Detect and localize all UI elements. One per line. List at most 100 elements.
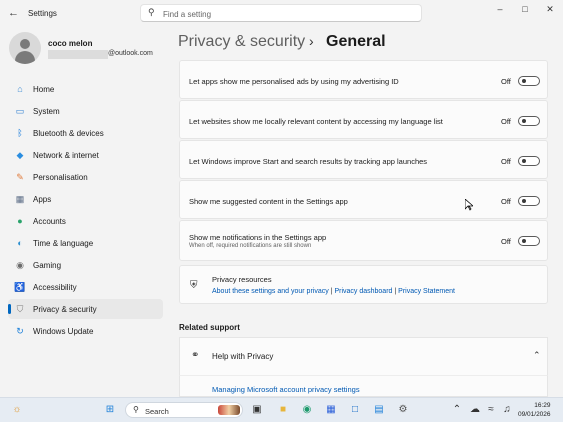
profile-email: @outlook.com — [108, 50, 153, 57]
sidebar-item-time-language[interactable]: ◐ Time & language — [8, 233, 163, 253]
weather-widget-icon[interactable]: ☼ — [10, 403, 24, 417]
help-link[interactable]: Managing Microsoft account privacy setti… — [212, 385, 360, 394]
mouse-cursor-icon — [465, 199, 473, 211]
setting-title: Let apps show me personalised ads by usi… — [189, 77, 399, 86]
search-highlight-image — [218, 405, 240, 415]
ads-toggle[interactable] — [518, 76, 540, 86]
clock[interactable]: 16:29 09/01/2026 — [518, 401, 551, 419]
sidebar-item-label: Network & internet — [33, 151, 99, 160]
app-launch-tracking-toggle[interactable] — [518, 156, 540, 166]
maximize-button[interactable]: □ — [515, 4, 535, 18]
clock-time: 16:29 — [534, 402, 551, 409]
sidebar-item-label: Home — [33, 85, 55, 94]
sidebar-item-label: Windows Update — [33, 327, 94, 336]
sidebar-item-network-internet[interactable]: ◆ Network & internet — [8, 145, 163, 165]
sidebar-item-apps[interactable]: ▦ Apps — [8, 189, 163, 209]
system-icon: ▭ — [15, 106, 25, 116]
search-box[interactable]: ⚲ — [140, 4, 422, 22]
chevron-right-icon: › — [309, 33, 314, 49]
store-icon[interactable]: ▦ — [324, 403, 338, 417]
related-support-heading: Related support — [179, 323, 240, 332]
home-icon: ⌂ — [17, 84, 23, 94]
app-title: Settings — [28, 9, 57, 18]
sidebar-item-label: Accounts — [33, 217, 66, 226]
taskbar: ☼ ⊞ ⚲ Search ▣ ■ ◉ ▦ □ ▤ ⚙ ⌃ ☁ ≈ ♫ 16:29… — [0, 397, 563, 422]
privacy-links: About these settings and your privacy | … — [212, 288, 455, 295]
sidebar-item-label: System — [33, 107, 60, 116]
sidebar-item-label: Gaming — [33, 261, 62, 270]
toggle-state-label: Off — [501, 77, 511, 86]
taskbar-search-label: Search — [145, 407, 169, 416]
profile-name: coco melon — [48, 39, 93, 48]
close-button[interactable]: ✕ — [540, 4, 560, 18]
outlook-icon[interactable]: □ — [348, 403, 362, 417]
avatar[interactable] — [9, 32, 41, 64]
active-indicator — [8, 304, 11, 314]
search-icon: ⚲ — [148, 7, 155, 17]
sidebar-item-personalisation[interactable]: ✎ Personalisation — [8, 167, 163, 187]
minimize-button[interactable]: – — [490, 4, 510, 18]
setting-title: Let websites show me locally relevant co… — [189, 117, 443, 126]
apps-icon: ▦ — [15, 194, 25, 204]
language-list-toggle[interactable] — [518, 116, 540, 126]
network-icon: ◆ — [16, 150, 24, 160]
sidebar-item-label: Apps — [33, 195, 52, 204]
settings-gear-icon[interactable]: ⚙ — [396, 403, 410, 417]
privacy-statement-link[interactable]: Privacy Statement — [398, 288, 455, 295]
sidebar-item-gaming[interactable]: ◉ Gaming — [8, 255, 163, 275]
privacy-dashboard-link[interactable]: Privacy dashboard — [334, 288, 392, 295]
setting-title: Show me notifications in the Settings ap… — [189, 233, 327, 242]
about-settings-link[interactable]: About these settings and your privacy — [212, 288, 329, 295]
help-with-privacy-row[interactable]: ⚭ Help with Privacy ⌃ — [179, 337, 548, 375]
volume-icon[interactable]: ♫ — [500, 403, 514, 417]
sidebar-item-privacy-security[interactable]: ⛉ Privacy & security — [8, 299, 163, 319]
photos-icon[interactable]: ▤ — [372, 403, 386, 417]
onedrive-icon[interactable]: ☁ — [468, 403, 482, 417]
show-hidden-icons-chevron-icon[interactable]: ⌃ — [450, 403, 464, 417]
bluetooth-icon: ᛒ — [17, 128, 23, 138]
sidebar-item-windows-update[interactable]: ↻ Windows Update — [8, 321, 163, 341]
sidebar-item-system[interactable]: ▭ System — [8, 101, 163, 121]
setting-card: Let apps show me personalised ads by usi… — [179, 60, 548, 99]
toggle-state-label: Off — [501, 197, 511, 206]
taskbar-search[interactable]: ⚲ Search — [125, 402, 243, 418]
brush-icon: ✎ — [16, 172, 24, 182]
suggested-content-toggle[interactable] — [518, 196, 540, 206]
update-icon: ↻ — [16, 326, 24, 336]
setting-card: Show me suggested content in the Setting… — [179, 180, 548, 219]
accessibility-icon: ♿ — [14, 282, 26, 292]
privacy-resources-title: Privacy resources — [212, 275, 272, 284]
clock-date: 09/01/2026 — [518, 411, 551, 418]
edge-icon[interactable]: ◉ — [300, 403, 314, 417]
help-title: Help with Privacy — [212, 352, 274, 361]
title-bar: ← Settings ⚲ – □ ✕ — [0, 0, 563, 28]
sidebar-item-accessibility[interactable]: ♿ Accessibility — [8, 277, 163, 297]
start-icon[interactable]: ⊞ — [103, 403, 117, 417]
sidebar-item-home[interactable]: ⌂ Home — [8, 79, 163, 99]
toggle-state-label: Off — [501, 237, 511, 246]
setting-card: Show me notifications in the Settings ap… — [179, 220, 548, 261]
sidebar-item-label: Accessibility — [33, 283, 77, 292]
sidebar-item-label: Privacy & security — [33, 305, 97, 314]
wifi-icon[interactable]: ≈ — [484, 403, 498, 417]
toggle-state-label: Off — [501, 117, 511, 126]
back-arrow-icon[interactable]: ← — [8, 7, 19, 19]
task-view-icon[interactable]: ▣ — [250, 403, 264, 417]
sidebar-item-bluetooth-devices[interactable]: ᛒ Bluetooth & devices — [8, 123, 163, 143]
notifications-toggle[interactable] — [518, 236, 540, 246]
sidebar-item-label: Time & language — [33, 239, 94, 248]
sidebar-item-label: Bluetooth & devices — [33, 129, 104, 138]
toggle-state-label: Off — [501, 157, 511, 166]
file-explorer-icon[interactable]: ■ — [276, 403, 290, 417]
privacy-resources-card: ⛨ Privacy resources About these settings… — [179, 265, 548, 304]
search-input[interactable] — [161, 6, 415, 22]
sidebar-item-label: Personalisation — [33, 173, 88, 182]
globe-clock-icon: ◐ — [17, 238, 23, 248]
sidebar-item-accounts[interactable]: ● Accounts — [8, 211, 163, 231]
breadcrumb-parent[interactable]: Privacy & security — [178, 33, 305, 51]
search-icon: ⚲ — [133, 405, 139, 414]
setting-card: Let Windows improve Start and search res… — [179, 140, 548, 179]
gamepad-icon: ◉ — [16, 260, 24, 270]
shield-icon: ⛉ — [16, 304, 24, 314]
chevron-up-icon[interactable]: ⌃ — [533, 350, 541, 361]
